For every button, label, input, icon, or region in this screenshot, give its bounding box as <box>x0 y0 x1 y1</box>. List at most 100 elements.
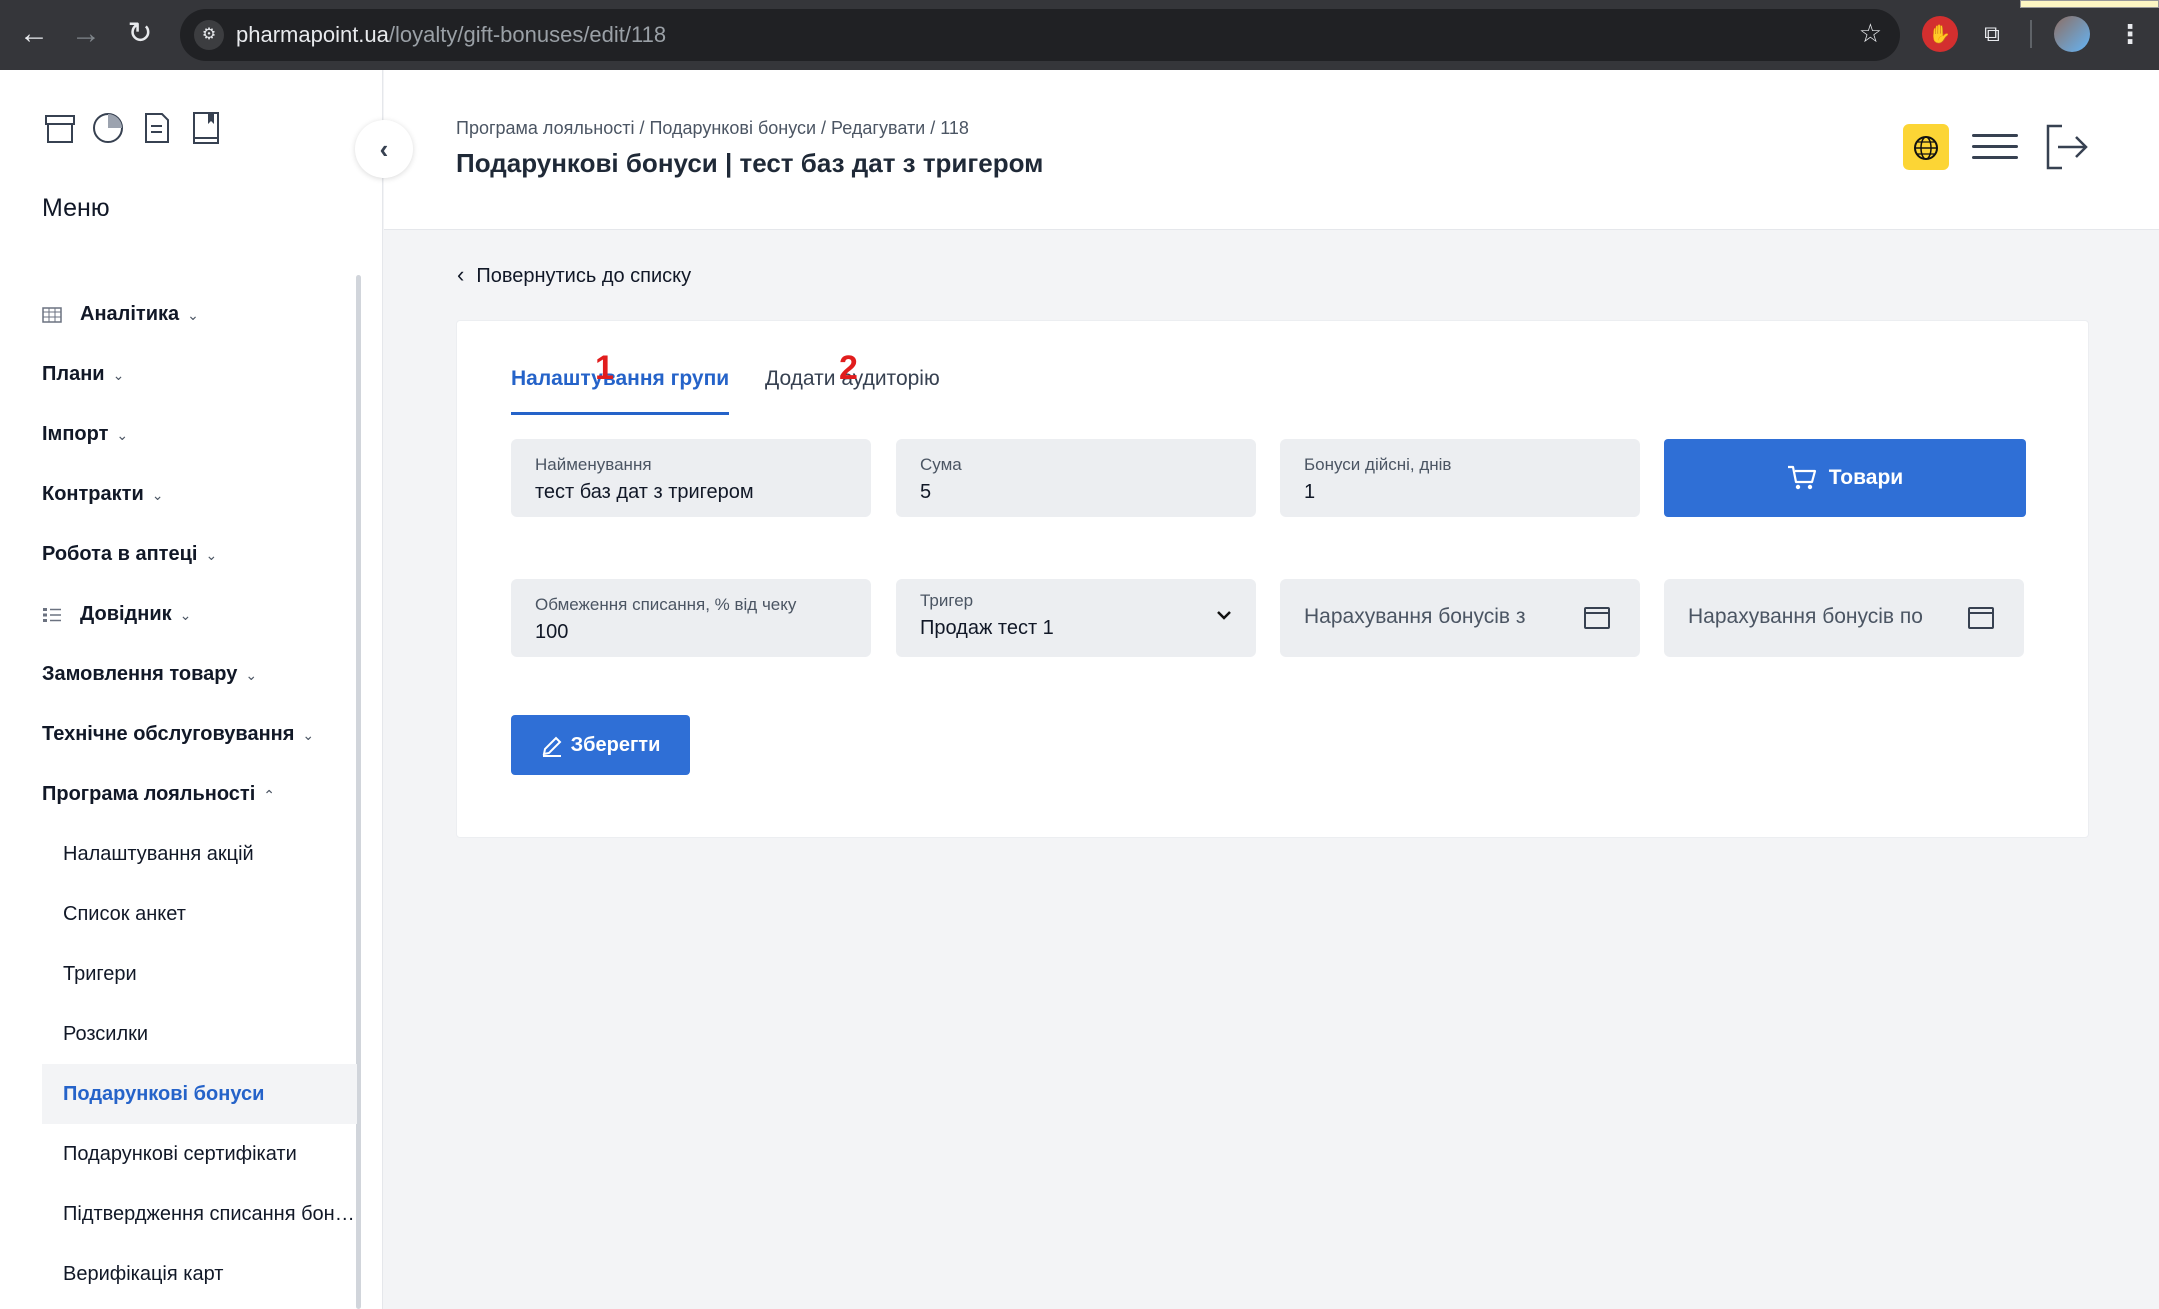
book-icon[interactable] <box>188 110 224 146</box>
annotation-number: 2 <box>839 349 858 387</box>
sum-field[interactable]: Сума 5 <box>896 439 1256 517</box>
field-placeholder: Нарахування бонусів по <box>1688 605 1923 628</box>
page-header: Програма лояльності / Подарункові бонуси… <box>384 70 2159 230</box>
sidebar: Меню Аналітика ⌄ Плани ⌄ Імпорт ⌄ Контракти… <box>0 70 383 1309</box>
name-field[interactable]: Найменування тест баз дат з тригером <box>511 439 871 517</box>
chevron-left-icon: ‹ <box>457 262 465 287</box>
sidebar-item-contracts[interactable]: Контракти ⌄ <box>42 466 163 522</box>
sidebar-subitem-gift-bonuses[interactable]: Подарункові бонуси <box>42 1064 357 1124</box>
url-path: /loyalty/gift-bonuses/edit/118 <box>388 22 667 47</box>
tab-add-audience[interactable]: Додати аудиторію 2 <box>765 349 940 415</box>
save-button-label: Зберегти <box>570 734 661 756</box>
globe-icon <box>1914 135 1938 160</box>
settings-card: Налаштування групи 1 Додати аудиторію 2 … <box>456 320 2089 838</box>
list-icon <box>43 607 61 622</box>
bookmark-star-icon[interactable]: ☆ <box>1859 18 1882 49</box>
sidebar-item-label: Робота в аптеці <box>42 543 198 565</box>
tooltip-fragment <box>2020 0 2159 8</box>
trigger-select[interactable]: Тригер Продаж тест 1 <box>896 579 1256 657</box>
sidebar-item-label: Довідник <box>80 603 172 625</box>
sidebar-item-label: Технічне обслуговування <box>42 723 295 745</box>
save-button[interactable]: Зберегти <box>511 715 690 775</box>
goods-button-label: Товари <box>1828 466 1904 489</box>
sidebar-collapse-button[interactable]: ‹ <box>355 120 413 178</box>
field-value[interactable]: 1 <box>1304 481 1315 504</box>
sidebar-item-maintenance[interactable]: Технічне обслуговування ⌄ <box>42 706 314 762</box>
calendar-icon[interactable] <box>1584 607 1610 629</box>
sidebar-item-label: Програма лояльності <box>42 783 256 805</box>
sidebar-subitem-card-verification[interactable]: Верифікація карт <box>42 1244 357 1304</box>
tab-group-settings[interactable]: Налаштування групи 1 <box>511 349 730 415</box>
address-bar[interactable]: ⚙ pharmapoint.ua/loyalty/gift-bonuses/ed… <box>180 9 1900 61</box>
field-value[interactable]: 5 <box>920 481 931 504</box>
back-link-label: Повернутись до списку <box>476 265 692 287</box>
field-value[interactable]: 100 <box>535 621 568 644</box>
chevron-down-icon: ⌄ <box>116 427 129 443</box>
accrual-from-date-field[interactable]: Нарахування бонусів з <box>1280 579 1640 657</box>
field-placeholder: Нарахування бонусів з <box>1304 605 1526 628</box>
hamburger-menu-icon[interactable] <box>1972 134 2018 160</box>
menu-title: Меню <box>42 194 110 222</box>
field-label: Тригер <box>920 591 974 610</box>
writeoff-limit-field[interactable]: Обмеження списання, % від чеку 100 <box>511 579 871 657</box>
back-icon[interactable]: ← <box>14 14 54 54</box>
field-label: Обмеження списання, % від чеку <box>535 595 797 614</box>
logout-icon[interactable] <box>2044 122 2090 172</box>
profile-avatar[interactable] <box>2054 16 2090 52</box>
sidebar-item-directory[interactable]: Довідник ⌄ <box>42 586 191 642</box>
browser-toolbar: ← → ↻ ⚙ pharmapoint.ua/loyalty/gift-bonu… <box>0 0 2159 70</box>
document-icon[interactable] <box>138 110 174 146</box>
pie-chart-icon[interactable] <box>90 110 126 146</box>
valid-days-field[interactable]: Бонуси дійсні, днів 1 <box>1280 439 1640 517</box>
toolbar-divider <box>2030 20 2032 48</box>
chevron-down-icon: ⌄ <box>179 607 192 623</box>
field-label: Найменування <box>535 455 652 474</box>
extension-stop-icon[interactable]: ✋ <box>1922 16 1958 52</box>
goods-button[interactable]: Товари <box>1664 439 2026 517</box>
chevron-down-icon: ⌄ <box>187 307 199 323</box>
sidebar-item-label: Аналітика <box>80 303 180 325</box>
sidebar-subitem-promo-settings[interactable]: Налаштування акцій <box>42 824 357 884</box>
sidebar-item-pharmacy-work[interactable]: Робота в аптеці ⌄ <box>42 526 217 582</box>
site-settings-icon[interactable]: ⚙ <box>194 20 224 50</box>
url-domain: pharmapoint.ua <box>236 22 389 47</box>
sidebar-item-import[interactable]: Імпорт ⌄ <box>42 406 128 462</box>
sidebar-item-label: Імпорт <box>42 423 109 445</box>
chevron-down-icon: ⌄ <box>151 487 164 503</box>
archive-box-icon[interactable] <box>42 110 78 146</box>
sidebar-item-plans[interactable]: Плани ⌄ <box>42 346 124 402</box>
field-label: Сума <box>920 455 962 474</box>
sidebar-subitem-mailings[interactable]: Розсилки <box>42 1004 357 1064</box>
field-value: Продаж тест 1 <box>920 617 1054 639</box>
chevron-down-icon: ⌄ <box>112 367 125 383</box>
pencil-icon <box>542 736 562 757</box>
sidebar-subitem-triggers[interactable]: Тригери <box>42 944 357 1004</box>
field-value[interactable]: тест баз дат з тригером <box>535 481 754 504</box>
sidebar-item-orders[interactable]: Замовлення товару ⌄ <box>42 646 257 702</box>
chevron-up-icon: ⌃ <box>263 787 275 803</box>
calendar-icon[interactable] <box>1968 607 1994 629</box>
annotation-number: 1 <box>595 349 614 387</box>
tab-label: Налаштування групи <box>511 367 730 390</box>
sidebar-subitem-questionnaires[interactable]: Список анкет <box>42 884 357 944</box>
breadcrumb: Програма лояльності / Подарункові бонуси… <box>456 118 969 138</box>
extensions-puzzle-icon[interactable]: ⧉ <box>1974 16 2010 52</box>
url-text[interactable]: pharmapoint.ua/loyalty/gift-bonuses/edit… <box>236 22 666 48</box>
sidebar-item-label: Плани <box>42 363 105 385</box>
accrual-to-date-field[interactable]: Нарахування бонусів по <box>1664 579 2024 657</box>
chevron-down-icon: ⌄ <box>245 667 258 683</box>
browser-menu-icon[interactable]: ⋮ <box>2112 16 2148 52</box>
cart-icon <box>1787 466 1816 490</box>
sidebar-subitem-writeoff-confirmation[interactable]: Підтвердження списання бону... <box>42 1184 357 1244</box>
chevron-down-icon: ⌄ <box>205 547 218 563</box>
chevron-down-icon: ⌄ <box>302 727 315 743</box>
sidebar-item-analytics[interactable]: Аналітика ⌄ <box>42 286 199 342</box>
back-to-list-link[interactable]: ‹ Повернутись до списку <box>457 262 691 288</box>
language-globe-button[interactable] <box>1903 124 1949 170</box>
chevron-down-icon <box>1217 611 1231 620</box>
forward-icon[interactable]: → <box>66 14 106 54</box>
sidebar-subitem-gift-certificates[interactable]: Подарункові сертифікати <box>42 1124 357 1184</box>
reload-icon[interactable]: ↻ <box>120 14 160 54</box>
sidebar-item-label: Замовлення товару <box>42 663 238 685</box>
sidebar-item-loyalty[interactable]: Програма лояльності ⌃ <box>42 766 275 822</box>
